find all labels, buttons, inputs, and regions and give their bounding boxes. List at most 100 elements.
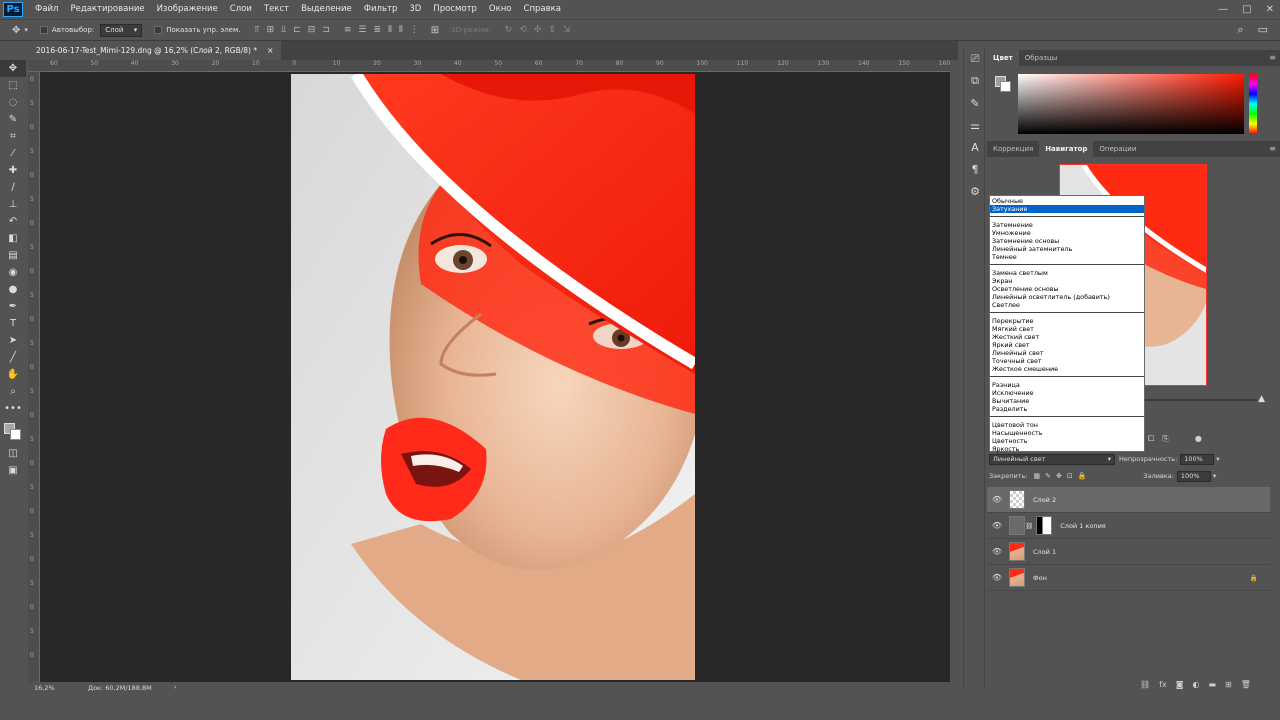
workspace-icon[interactable]: ▭: [1258, 23, 1268, 37]
blend-mode-option[interactable]: Затемнение основы: [990, 237, 1144, 245]
show-transform-check[interactable]: [154, 26, 163, 34]
auto-align-icon[interactable]: ⊞: [431, 25, 439, 36]
filter-toggle-icon[interactable]: ●: [1195, 434, 1202, 444]
blend-mode-option[interactable]: Цветовой тон: [990, 421, 1144, 429]
filter-smart-icon[interactable]: ⎘: [1162, 434, 1168, 444]
maximize-button[interactable]: □: [1242, 0, 1251, 19]
blend-mode-option[interactable]: Затухание: [990, 205, 1144, 213]
lock-icons[interactable]: ▦✎✥⊡🔒: [1033, 472, 1091, 480]
align-top-icon[interactable]: ⫪: [254, 25, 259, 35]
layer-row[interactable]: 👁 ⛓ Слой 1 копия: [987, 513, 1270, 539]
3d-pan-icon[interactable]: ✣: [534, 25, 542, 35]
close-tab-icon[interactable]: ×: [267, 46, 273, 55]
distribute-top-icon[interactable]: ≡: [344, 25, 352, 35]
3d-slide-icon[interactable]: ⇕: [548, 25, 556, 35]
blend-mode-option[interactable]: Обычные: [990, 197, 1144, 205]
more-tools-icon[interactable]: •••: [0, 400, 26, 417]
blur-tool-icon[interactable]: ◉: [0, 264, 26, 281]
add-mask-icon[interactable]: ◙: [1176, 680, 1184, 689]
color-panel-background[interactable]: [1000, 81, 1011, 92]
brush-panel-icon[interactable]: ✎: [964, 92, 986, 114]
zoom-level[interactable]: 16,2%: [34, 684, 55, 692]
blend-mode-dropdown-list[interactable]: Обычные Затухание Затемнение Умножение Затем…: [989, 195, 1145, 453]
blend-mode-option[interactable]: Точечный свет: [990, 357, 1144, 365]
menu-item[interactable]: Окно: [483, 0, 518, 19]
align-hcenter-icon[interactable]: ⊟: [308, 25, 316, 35]
blend-mode-option[interactable]: Замена светлым: [990, 269, 1144, 277]
blend-mode-option[interactable]: Разница: [990, 381, 1144, 389]
clone-stamp-tool-icon[interactable]: ⊥: [0, 196, 26, 213]
3d-rotate-icon[interactable]: ↻: [505, 25, 513, 35]
delete-layer-icon[interactable]: 🗑: [1241, 680, 1251, 689]
distribute-bottom-icon[interactable]: ≣: [373, 25, 381, 35]
distribute-left-icon[interactable]: ⦀: [388, 25, 392, 35]
tab-adjustments[interactable]: Коррекция: [987, 141, 1039, 157]
align-vcenter-icon[interactable]: ⊞: [267, 25, 275, 35]
fx-icon[interactable]: fx: [1159, 680, 1167, 689]
color-spectrum[interactable]: [1018, 74, 1244, 134]
blend-mode-option[interactable]: Линейный свет: [990, 349, 1144, 357]
eyedropper-tool-icon[interactable]: ⁄: [0, 145, 26, 162]
marquee-tool-icon[interactable]: ⬚: [0, 77, 26, 94]
hand-tool-icon[interactable]: ✋: [0, 366, 26, 383]
blend-mode-option[interactable]: Осветление основы: [990, 285, 1144, 293]
history-brush-tool-icon[interactable]: ↶: [0, 213, 26, 230]
layer-row[interactable]: 👁 Фон 🔒: [987, 565, 1270, 591]
blend-mode-option[interactable]: Экран: [990, 277, 1144, 285]
blend-mode-option[interactable]: Насыщенность: [990, 429, 1144, 437]
menu-item[interactable]: Фильтр: [358, 0, 404, 19]
chevron-down-icon[interactable]: ▾: [1216, 455, 1219, 463]
auto-select-dropdown[interactable]: Слой ▾: [100, 23, 143, 37]
character-panel-icon[interactable]: A: [964, 136, 986, 158]
minimize-button[interactable]: —: [1218, 0, 1228, 19]
path-select-tool-icon[interactable]: ➤: [0, 332, 26, 349]
blend-mode-option[interactable]: Мягкий свет: [990, 325, 1144, 333]
tool-preset-chevron-icon[interactable]: ▾: [24, 26, 28, 34]
zoom-tool-icon[interactable]: ⌕: [0, 383, 26, 400]
panel-menu-icon[interactable]: ≡: [1269, 53, 1276, 62]
menu-item[interactable]: Изображение: [151, 0, 224, 19]
blend-mode-option[interactable]: Линейный осветлитель (добавить): [990, 293, 1144, 301]
crop-tool-icon[interactable]: ⌗: [0, 128, 26, 145]
show-transform-checkbox[interactable]: Показать упр. элем.: [154, 26, 240, 34]
screen-mode-icon[interactable]: ▣: [0, 462, 26, 479]
distribute-vcenter-icon[interactable]: ☰: [358, 25, 366, 35]
pen-tool-icon[interactable]: ✒: [0, 298, 26, 315]
document-tab[interactable]: 2016-06-17-Test_Mimi-129.dng @ 16,2% (Сл…: [28, 41, 282, 60]
search-icon[interactable]: ⌕: [1237, 23, 1243, 37]
blend-mode-option[interactable]: Жесткое смешение: [990, 365, 1144, 373]
tab-swatches[interactable]: Образцы: [1019, 50, 1064, 66]
gradient-tool-icon[interactable]: ▤: [0, 247, 26, 264]
distribute-right-icon[interactable]: ⋮: [410, 25, 419, 35]
eye-visibility-icon[interactable]: 👁: [987, 495, 1007, 504]
blend-mode-select[interactable]: Линейный свет ▾: [989, 453, 1115, 465]
close-button[interactable]: ✕: [1266, 0, 1274, 19]
3d-roll-icon[interactable]: ⟲: [519, 25, 527, 35]
new-layer-icon[interactable]: ⊞: [1225, 680, 1232, 689]
document-image[interactable]: [291, 74, 695, 680]
adjustment-layer-icon[interactable]: ◐: [1192, 680, 1199, 689]
panel-menu-icon[interactable]: ≡: [1269, 144, 1276, 153]
dodge-tool-icon[interactable]: ●: [0, 281, 26, 298]
hue-slider[interactable]: [1249, 74, 1257, 134]
distribute-hcenter-icon[interactable]: ⫴: [399, 25, 403, 35]
align-bottom-icon[interactable]: ⫫: [281, 25, 286, 35]
tab-actions[interactable]: Операции: [1093, 141, 1142, 157]
background-color-swatch[interactable]: [10, 429, 21, 440]
lasso-tool-icon[interactable]: ◌: [0, 94, 26, 111]
fill-field[interactable]: 100%: [1176, 470, 1211, 482]
canvas-area[interactable]: [40, 72, 950, 682]
status-menu-arrow[interactable]: ›: [174, 683, 177, 691]
blend-mode-option[interactable]: Жесткий свет: [990, 333, 1144, 341]
history-panel-icon[interactable]: ⎚: [964, 48, 986, 70]
eraser-tool-icon[interactable]: ◧: [0, 230, 26, 247]
type-tool-icon[interactable]: T: [0, 315, 26, 332]
align-left-icon[interactable]: ⊏: [293, 25, 301, 35]
link-layers-icon[interactable]: ⛓: [1140, 680, 1150, 689]
healing-brush-tool-icon[interactable]: ✚: [0, 162, 26, 179]
layer-row[interactable]: 👁 Слой 2: [987, 487, 1270, 513]
paragraph-panel-icon[interactable]: ¶: [964, 158, 986, 180]
quick-select-tool-icon[interactable]: ✎: [0, 111, 26, 128]
new-group-icon[interactable]: ▬: [1208, 680, 1216, 689]
blend-mode-option[interactable]: Затемнение: [990, 221, 1144, 229]
